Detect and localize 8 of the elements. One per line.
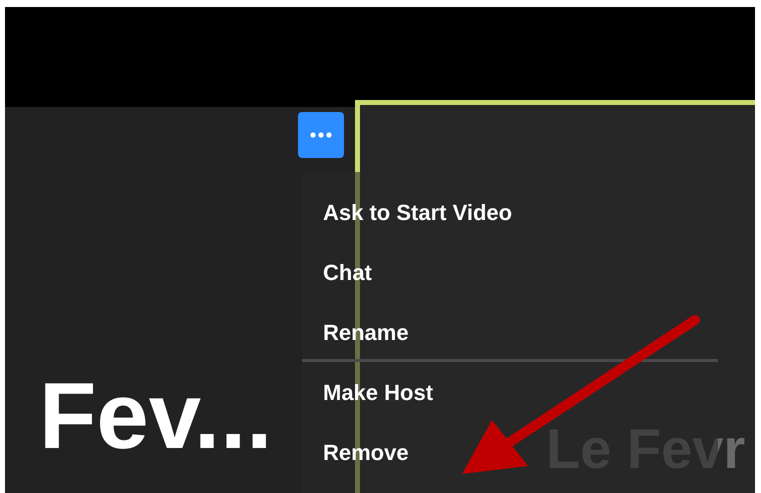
menu-item[interactable]: Chat: [302, 256, 372, 316]
menu-item[interactable]: Remove: [302, 436, 409, 493]
menu-item[interactable]: Ask to Start Video: [302, 196, 512, 256]
more-icon: [310, 132, 332, 138]
participant-name: Fev...: [39, 369, 272, 463]
menu-item[interactable]: Rename: [302, 316, 409, 376]
menu-item[interactable]: Make Host: [302, 376, 434, 436]
more-button[interactable]: [298, 112, 344, 158]
